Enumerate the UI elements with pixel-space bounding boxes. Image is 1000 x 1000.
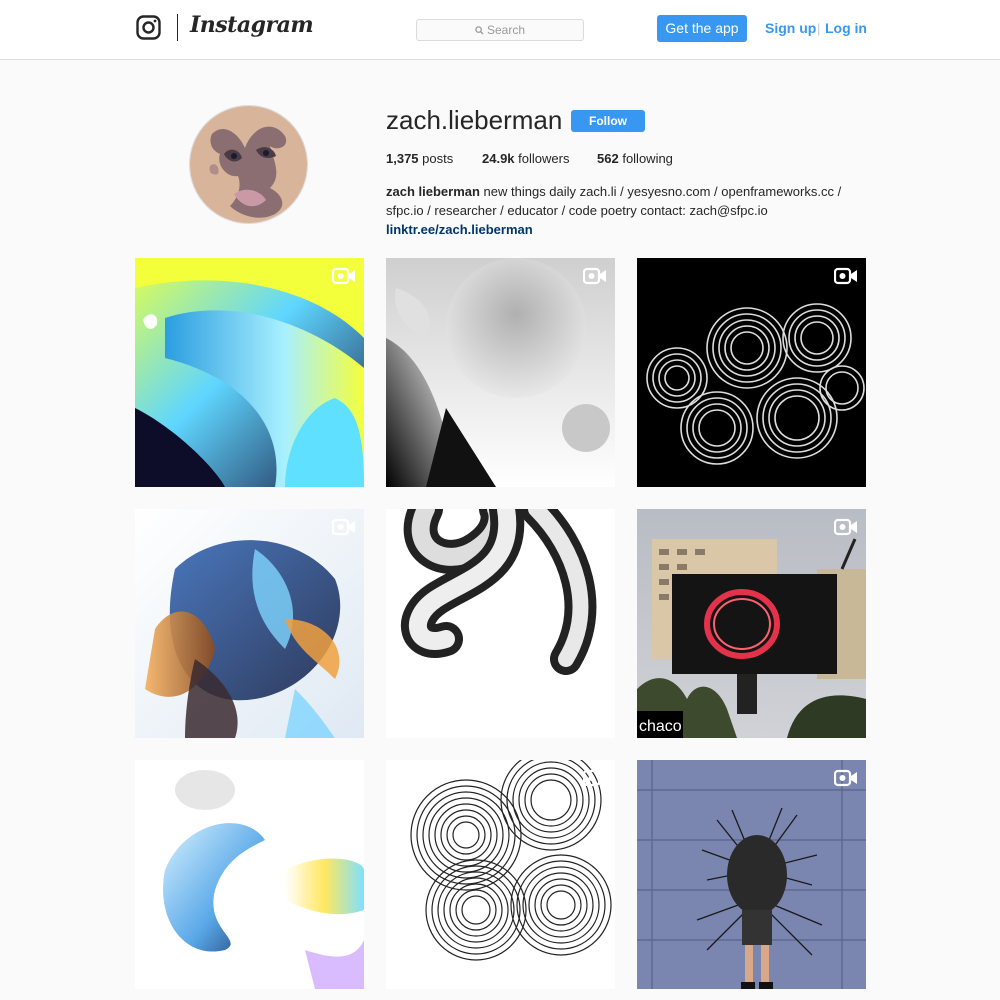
follow-button[interactable]: Follow xyxy=(571,110,645,132)
post-tile[interactable] xyxy=(135,760,364,989)
post-tile[interactable]: chaco xyxy=(637,509,866,738)
video-icon xyxy=(583,769,606,787)
video-icon xyxy=(834,518,857,536)
post-tile[interactable] xyxy=(135,509,364,738)
search-input[interactable]: Search xyxy=(416,19,584,41)
video-icon xyxy=(583,518,606,536)
instagram-camera-icon[interactable] xyxy=(136,15,161,40)
get-the-app-button[interactable]: Get the app xyxy=(657,15,747,42)
followers-count: 24.9k xyxy=(482,151,515,166)
log-in-link[interactable]: Log in xyxy=(825,20,867,36)
post-image xyxy=(386,509,615,738)
following-count: 562 xyxy=(597,151,619,166)
post-tile[interactable] xyxy=(135,258,364,487)
logo-divider xyxy=(177,14,178,41)
post-image xyxy=(135,258,364,487)
posts-count: 1,375 xyxy=(386,151,419,166)
post-tile[interactable] xyxy=(637,760,866,989)
sign-up-link[interactable]: Sign up xyxy=(765,20,816,36)
posts-stat: 1,375 posts xyxy=(386,151,453,166)
post-tile[interactable] xyxy=(386,258,615,487)
video-icon xyxy=(332,518,355,536)
followers-label: followers xyxy=(518,151,570,166)
avatar xyxy=(189,105,308,224)
video-icon xyxy=(834,267,857,285)
video-icon xyxy=(834,769,857,787)
video-icon xyxy=(332,769,355,787)
post-image xyxy=(135,509,364,738)
video-icon xyxy=(583,267,606,285)
nav-separator: | xyxy=(817,21,821,36)
instagram-wordmark[interactable]: Instagram xyxy=(190,12,314,38)
search-icon xyxy=(475,26,484,35)
top-nav-bar: Instagram Search Get the app Sign up | L… xyxy=(0,0,1000,60)
profile-full-name: zach lieberman xyxy=(386,184,480,199)
search-placeholder: Search xyxy=(486,23,526,37)
profile-bio: zach lieberman new things daily zach.li … xyxy=(386,182,876,239)
post-tile[interactable] xyxy=(386,760,615,989)
post-image xyxy=(637,258,866,487)
followers-stat[interactable]: 24.9k followers xyxy=(482,151,569,166)
following-stat[interactable]: 562 following xyxy=(597,151,673,166)
following-label: following xyxy=(622,151,673,166)
posts-label: posts xyxy=(422,151,454,166)
post-image xyxy=(386,258,615,487)
video-overlay-caption: chaco xyxy=(639,718,682,735)
post-tile[interactable] xyxy=(386,509,615,738)
post-image xyxy=(637,760,866,989)
post-image xyxy=(386,760,615,989)
video-icon xyxy=(332,267,355,285)
bio-link[interactable]: linktr.ee/zach.lieberman xyxy=(386,222,533,237)
post-image xyxy=(135,760,364,989)
post-tile[interactable] xyxy=(637,258,866,487)
profile-username: zach.lieberman xyxy=(386,105,563,135)
post-image: chaco xyxy=(637,509,866,738)
